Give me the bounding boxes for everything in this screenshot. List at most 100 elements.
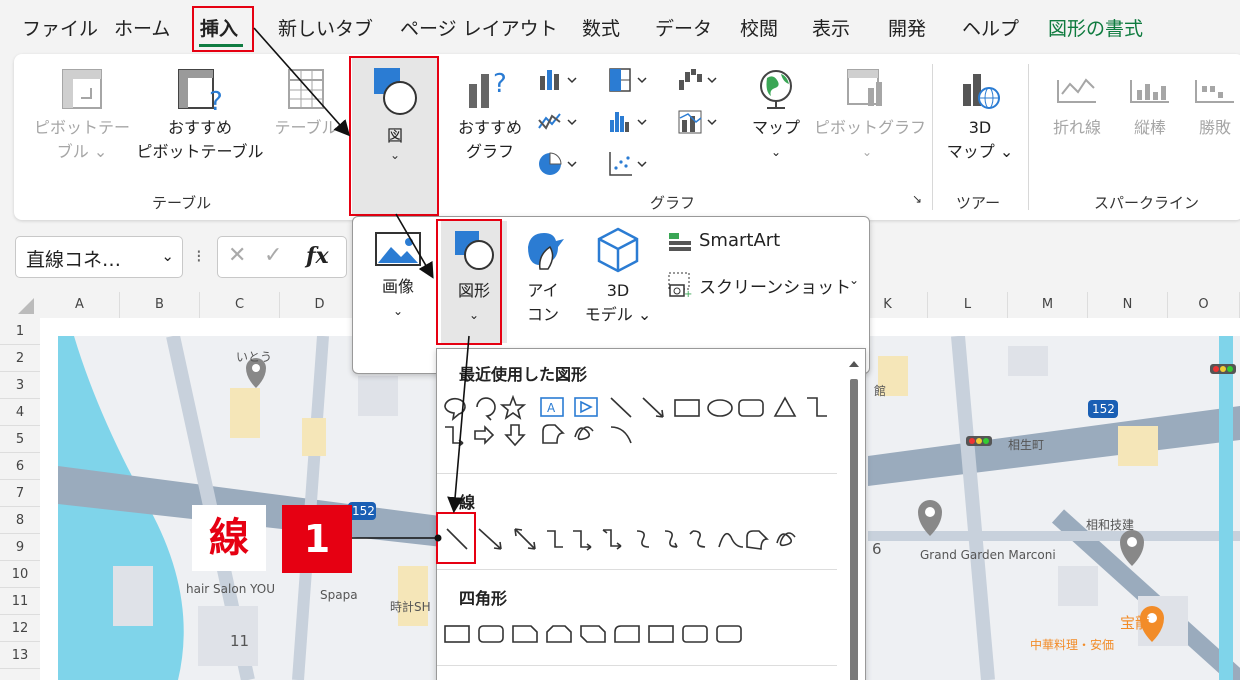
picture-icon — [375, 232, 421, 266]
elbow-connector-icon — [547, 530, 563, 548]
column-header[interactable]: L — [928, 292, 1008, 318]
elbow-double-arrow-icon — [602, 529, 622, 550]
tab-home[interactable]: ホーム — [114, 14, 170, 41]
select-all-icon[interactable] — [14, 296, 36, 316]
tab-help[interactable]: ヘルプ — [962, 14, 1019, 41]
rounded-rectangle-icon — [738, 399, 764, 417]
illustrations-button[interactable]: 図 ⌄ — [352, 58, 438, 216]
column-header[interactable]: C — [200, 292, 280, 318]
column-header[interactable]: O — [1168, 292, 1240, 318]
star-icon — [499, 395, 527, 420]
row-header[interactable]: 1 — [0, 318, 40, 345]
row-header[interactable]: 3 — [0, 372, 40, 399]
line-chart-button[interactable] — [536, 108, 582, 136]
picture-label: 画像 — [381, 277, 414, 296]
insert-function-icon[interactable]: fx — [306, 243, 329, 269]
tab-view[interactable]: 表示 — [812, 14, 850, 41]
shapes-button[interactable]: 図形 ⌄ — [441, 221, 507, 343]
gallery-scrollbar[interactable] — [847, 353, 861, 680]
more-options-icon[interactable]: ⁝ — [196, 246, 202, 267]
cancel-icon[interactable]: ✕ — [228, 243, 246, 268]
row-header[interactable]: 10 — [0, 561, 40, 588]
screenshot-button[interactable]: + スクリーンショット ⌄ — [667, 269, 863, 301]
picture-button[interactable]: 画像 ⌄ — [361, 227, 435, 323]
row-header[interactable]: 11 — [0, 588, 40, 615]
row-header[interactable]: 5 — [0, 426, 40, 453]
treemap-icon — [609, 68, 647, 92]
scroll-thumb[interactable] — [850, 379, 858, 680]
sparkline-winloss-button[interactable]: 勝敗 — [1190, 64, 1240, 140]
screenshot-chevron-icon: ⌄ — [849, 273, 860, 287]
rectangle-icon — [444, 625, 470, 643]
statistic-chart-button[interactable] — [606, 108, 652, 136]
row-header[interactable]: 2 — [0, 345, 40, 372]
recommended-pivot-icon: ? — [178, 69, 223, 117]
recent-shapes-row[interactable]: A — [441, 395, 841, 459]
scroll-up-icon[interactable] — [847, 357, 861, 371]
pie-chart-icon — [539, 152, 577, 175]
tab-formulas[interactable]: 数式 — [582, 14, 620, 41]
maps-button[interactable]: マップ ⌄ — [742, 64, 810, 164]
group-separator — [932, 64, 933, 210]
scribble-icon — [776, 532, 796, 547]
column-header[interactable]: B — [120, 292, 200, 318]
line-shapes-row[interactable] — [441, 521, 841, 557]
sparkline-line-button[interactable]: 折れ線 — [1040, 64, 1114, 140]
smartart-button[interactable]: SmartArt — [667, 227, 857, 255]
tab-developer[interactable]: 開発 — [888, 14, 926, 41]
row-header[interactable]: 7 — [0, 480, 40, 507]
svg-text:+: + — [684, 289, 692, 299]
waterfall-chart-button[interactable] — [676, 66, 722, 94]
3d-map-button[interactable]: 3D マップ ⌄ — [944, 64, 1016, 164]
tab-shape-format[interactable]: 図形の書式 — [1048, 14, 1143, 41]
row-header[interactable]: 12 — [0, 615, 40, 642]
row-header[interactable]: 6 — [0, 453, 40, 480]
pivot-table-button[interactable]: ピボットテー ブル ⌄ — [34, 64, 130, 164]
group-label-table: テーブル — [152, 194, 212, 212]
column-header[interactable]: N — [1088, 292, 1168, 318]
enter-icon[interactable]: ✓ — [264, 243, 282, 268]
sparkline-column-button[interactable]: 縦棒 — [1120, 64, 1180, 140]
column-chart-button[interactable] — [536, 66, 582, 94]
chart-dialog-launcher-icon[interactable]: ↘ — [912, 192, 922, 206]
icons-button[interactable]: アイ コン — [513, 225, 573, 327]
pivot-chart-button[interactable]: ピボットグラフ ⌄ — [814, 64, 926, 164]
recommended-charts-label-2: グラフ — [465, 142, 514, 161]
combo-chart-button[interactable] — [676, 108, 722, 136]
recommended-charts-button[interactable]: ? おすすめ グラフ — [448, 64, 532, 164]
curve-icon — [718, 532, 744, 548]
hierarchy-chart-button[interactable] — [606, 66, 652, 94]
column-header[interactable]: A — [40, 292, 120, 318]
pivot-table-label-2: ブル ⌄ — [56, 142, 108, 161]
name-box[interactable]: 直線コネ… ⌄ — [15, 236, 183, 278]
row-header[interactable]: 8 — [0, 507, 40, 534]
tab-review[interactable]: 校閲 — [740, 14, 778, 41]
annotation-step-number: 1 — [282, 505, 352, 573]
line-chart-icon — [538, 113, 577, 130]
3d-models-button[interactable]: 3D モデル ⌄ — [579, 225, 657, 327]
scatter-chart-button[interactable] — [606, 150, 652, 178]
line-icon — [446, 528, 468, 550]
maps-chevron-icon: ⌄ — [770, 145, 782, 159]
elbow-connector-icon — [807, 397, 827, 417]
recommended-pivot-button[interactable]: ? おすすめ ピボットテーブル — [136, 64, 264, 164]
tab-data[interactable]: データ — [655, 14, 712, 41]
section-title-rectangles: 四角形 — [459, 589, 508, 608]
gallery-separator — [437, 569, 837, 570]
map-label: Spapa — [320, 588, 358, 602]
icons-icon — [528, 233, 564, 270]
name-box-chevron-icon[interactable]: ⌄ — [161, 247, 174, 265]
column-header[interactable]: D — [280, 292, 360, 318]
row-header[interactable]: 4 — [0, 399, 40, 426]
tab-file[interactable]: ファイル — [22, 14, 98, 41]
pie-chart-button[interactable] — [536, 150, 582, 178]
tab-page-layout[interactable]: ページ レイアウト — [400, 14, 558, 41]
row-header[interactable]: 9 — [0, 534, 40, 561]
row-header[interactable]: 13 — [0, 642, 40, 669]
tab-insert[interactable]: 挿入 — [200, 14, 238, 41]
tab-new[interactable]: 新しいタブ — [278, 14, 373, 41]
table-button[interactable]: テーブル — [266, 64, 346, 140]
column-header[interactable]: M — [1008, 292, 1088, 318]
rectangle-shapes-row[interactable] — [441, 621, 841, 649]
group-label-tour: ツアー — [956, 194, 1001, 212]
